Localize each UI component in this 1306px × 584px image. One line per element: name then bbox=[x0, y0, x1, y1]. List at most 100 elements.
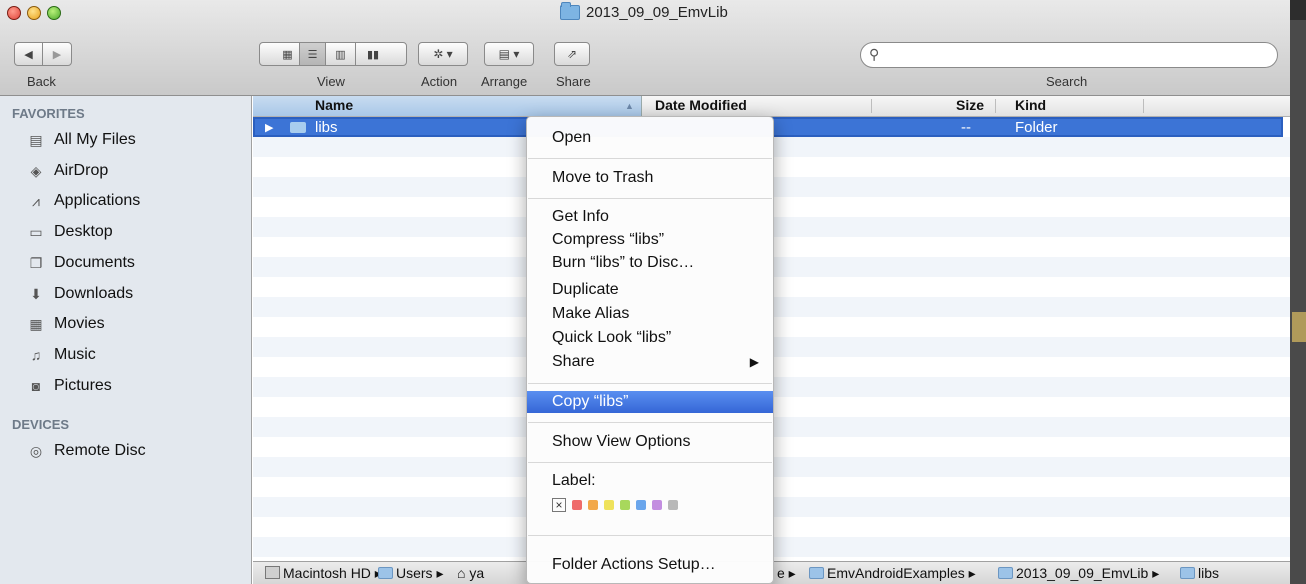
folder-icon bbox=[998, 567, 1013, 579]
search-icon: ⚲ bbox=[869, 46, 880, 62]
submenu-arrow-icon: ▶ bbox=[749, 355, 759, 369]
back-forward-buttons[interactable]: ◀ ▶ bbox=[14, 42, 72, 66]
sidebar-item-applications[interactable]: ⩘ Applications bbox=[28, 188, 140, 214]
cover-flow-icon[interactable]: ▮▮ bbox=[356, 43, 390, 65]
menu-item-compress[interactable]: Compress “libs” bbox=[527, 229, 773, 251]
menu-item-move-to-trash[interactable]: Move to Trash bbox=[527, 167, 773, 189]
menu-item-share-label: Share bbox=[552, 353, 595, 370]
menu-item-open[interactable]: Open bbox=[527, 127, 773, 149]
minimize-window-button[interactable] bbox=[27, 6, 41, 20]
label-yellow-button[interactable] bbox=[604, 500, 614, 510]
arrange-icon: ▤ ▾ bbox=[498, 47, 520, 61]
icon-view-icon[interactable]: ▦ bbox=[276, 43, 300, 65]
arrange-button[interactable]: ▤ ▾ bbox=[484, 42, 534, 66]
menu-item-copy[interactable]: Copy “libs” bbox=[527, 391, 773, 413]
pictures-icon: ◙ bbox=[31, 378, 41, 394]
label-purple-button[interactable] bbox=[652, 500, 662, 510]
path-item-home[interactable]: ⌂ ya bbox=[457, 565, 484, 581]
size-column-header[interactable]: Size bbox=[956, 97, 984, 113]
context-menu: Open Move to Trash Get Info Compress “li… bbox=[526, 116, 774, 584]
folder-icon bbox=[378, 567, 393, 579]
devices-heading: DEVICES bbox=[12, 417, 70, 432]
sidebar-item-label: Remote Disc bbox=[54, 442, 146, 459]
hard-disk-icon bbox=[265, 566, 280, 579]
sidebar-item-label: Applications bbox=[54, 192, 141, 209]
zoom-window-button[interactable] bbox=[47, 6, 61, 20]
sort-ascending-icon: ▲ bbox=[625, 101, 634, 111]
menu-item-duplicate[interactable]: Duplicate bbox=[527, 279, 773, 301]
menu-item-get-info[interactable]: Get Info bbox=[527, 206, 773, 228]
movies-icon: ▦ bbox=[29, 316, 43, 332]
label-blue-button[interactable] bbox=[636, 500, 646, 510]
sidebar-item-airdrop[interactable]: ◈ AirDrop bbox=[28, 158, 109, 184]
file-kind: Folder bbox=[1015, 119, 1058, 136]
documents-icon: ❐ bbox=[29, 255, 43, 271]
action-label: Action bbox=[421, 74, 458, 89]
label-red-button[interactable] bbox=[572, 500, 582, 510]
search-field[interactable]: ⚲ bbox=[860, 42, 1278, 68]
menu-item-make-alias[interactable]: Make Alias bbox=[527, 303, 773, 325]
favorites-heading: FAVORITES bbox=[12, 106, 85, 121]
label-gray-button[interactable] bbox=[668, 500, 678, 510]
menu-item-show-view-options[interactable]: Show View Options bbox=[527, 431, 773, 453]
share-icon: ⇗ bbox=[566, 47, 578, 61]
path-item-emvlib[interactable]: 2013_09_09_EmvLib ▸ bbox=[998, 565, 1159, 582]
sidebar-item-all-my-files[interactable]: ▤ All My Files bbox=[28, 127, 136, 153]
view-label: View bbox=[317, 74, 345, 89]
share-button[interactable]: ⇗ bbox=[554, 42, 590, 66]
back-arrow-icon[interactable]: ◀ bbox=[15, 43, 44, 65]
view-segmented-control[interactable]: ▦ ☰ ▥ ▮▮ bbox=[259, 42, 407, 66]
action-button[interactable]: ✲ ▾ bbox=[418, 42, 468, 66]
file-name: libs bbox=[315, 119, 338, 136]
column-view-icon[interactable]: ▥ bbox=[326, 43, 356, 65]
home-icon: ⌂ bbox=[457, 565, 466, 581]
label-green-button[interactable] bbox=[620, 500, 630, 510]
downloads-icon: ⬇ bbox=[30, 286, 42, 302]
window-title-text: 2013_09_09_EmvLib bbox=[586, 3, 728, 21]
sidebar-item-downloads[interactable]: ⬇ Downloads bbox=[28, 281, 133, 307]
menu-item-burn[interactable]: Burn “libs” to Disc… bbox=[527, 252, 773, 274]
window-title: 2013_09_09_EmvLib bbox=[560, 1, 728, 22]
share-label: Share bbox=[556, 74, 591, 89]
toolbar: 2013_09_09_EmvLib ◀ ▶ Back ▦ ☰ ▥ ▮▮ View… bbox=[0, 0, 1290, 96]
label-color-picker: × bbox=[552, 498, 678, 512]
no-label-button[interactable]: × bbox=[552, 498, 566, 512]
all-files-icon: ▤ bbox=[29, 132, 43, 148]
name-column-label: Name bbox=[315, 97, 354, 113]
label-orange-button[interactable] bbox=[588, 500, 598, 510]
sidebar-item-remote-disc[interactable]: ◎ Remote Disc bbox=[28, 438, 146, 464]
menu-item-quick-look[interactable]: Quick Look “libs” bbox=[527, 327, 773, 349]
sidebar-item-movies[interactable]: ▦ Movies bbox=[28, 311, 104, 337]
search-label: Search bbox=[1046, 74, 1088, 89]
desktop-icon: ▭ bbox=[29, 224, 43, 240]
folder-icon bbox=[290, 122, 306, 133]
music-icon: ♫ bbox=[30, 347, 42, 363]
date-column-header[interactable]: Date Modified bbox=[655, 97, 747, 113]
sidebar-item-documents[interactable]: ❐ Documents bbox=[28, 250, 135, 276]
name-column-header[interactable]: Name ▲ bbox=[253, 96, 642, 116]
list-view-icon[interactable]: ☰ bbox=[300, 43, 326, 65]
file-size: -- bbox=[961, 119, 971, 136]
path-item-partial[interactable]: e ▸ bbox=[777, 565, 796, 582]
path-item-macintosh-hd[interactable]: Macintosh HD ▸ bbox=[265, 565, 382, 582]
forward-arrow-icon[interactable]: ▶ bbox=[43, 43, 71, 65]
sidebar-item-desktop[interactable]: ▭ Desktop bbox=[28, 219, 112, 245]
folder-icon bbox=[560, 1, 580, 20]
path-item-libs[interactable]: libs bbox=[1180, 565, 1219, 581]
column-header: Name ▲ Date Modified Size Kind bbox=[253, 96, 1290, 117]
sidebar-item-pictures[interactable]: ◙ Pictures bbox=[28, 373, 112, 399]
path-item-emvandroidexamples[interactable]: EmvAndroidExamples ▸ bbox=[809, 565, 976, 582]
sidebar-item-label: All My Files bbox=[54, 131, 136, 148]
label-heading: Label: bbox=[552, 472, 596, 489]
sidebar-item-music[interactable]: ♫ Music bbox=[28, 342, 96, 368]
menu-item-folder-actions-setup[interactable]: Folder Actions Setup… bbox=[527, 554, 773, 576]
finder-window: 2013_09_09_EmvLib ◀ ▶ Back ▦ ☰ ▥ ▮▮ View… bbox=[0, 0, 1290, 584]
close-window-button[interactable] bbox=[7, 6, 21, 20]
folder-icon bbox=[809, 567, 824, 579]
path-item-users[interactable]: Users ▸ bbox=[378, 565, 443, 582]
disclosure-triangle-icon[interactable]: ▶ bbox=[265, 121, 273, 134]
kind-column-header[interactable]: Kind bbox=[1015, 97, 1046, 113]
menu-item-share[interactable]: Share ▶ bbox=[527, 351, 773, 373]
sidebar-item-label: Pictures bbox=[54, 377, 112, 394]
sidebar-item-label: Documents bbox=[54, 254, 135, 271]
